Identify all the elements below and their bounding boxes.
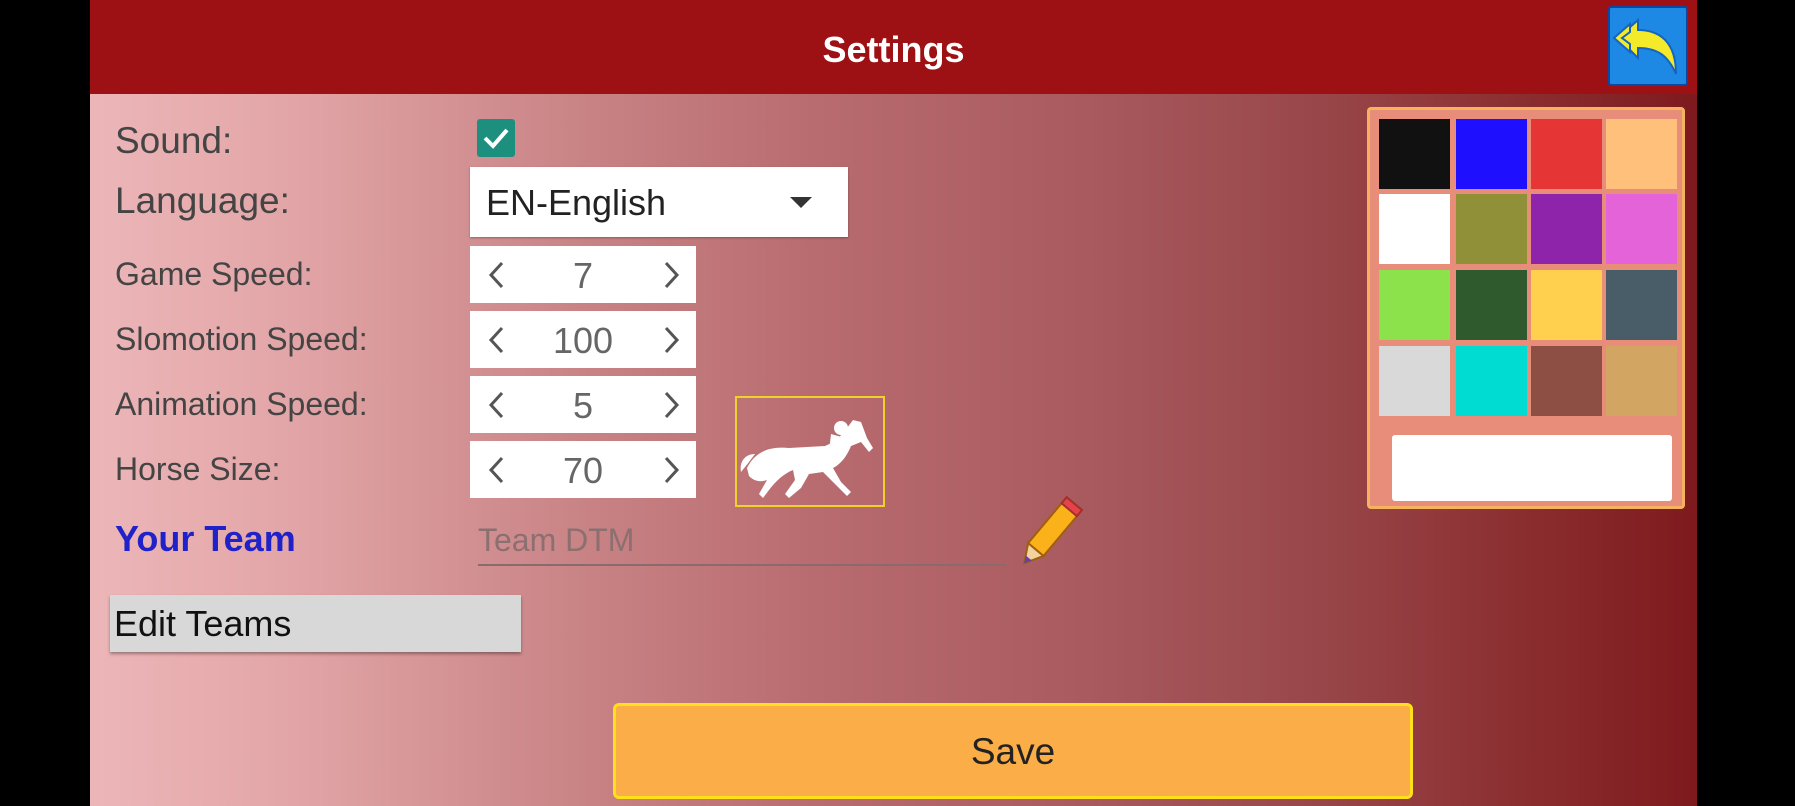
chevron-left-icon bbox=[488, 391, 504, 419]
horse-rider-icon bbox=[740, 420, 873, 498]
game-speed-increase-button[interactable] bbox=[644, 246, 696, 303]
sound-checkbox[interactable] bbox=[477, 119, 515, 157]
horse-size-label: Horse Size: bbox=[115, 451, 281, 487]
language-value: EN-English bbox=[486, 182, 667, 223]
color-swatch[interactable] bbox=[1379, 194, 1450, 264]
team-name-input[interactable]: Team DTM bbox=[478, 518, 1006, 566]
animation-speed-stepper: 5 bbox=[470, 376, 696, 433]
color-swatch[interactable] bbox=[1531, 270, 1602, 340]
chevron-left-icon bbox=[488, 326, 504, 354]
back-button[interactable] bbox=[1608, 6, 1688, 86]
color-swatch[interactable] bbox=[1456, 270, 1527, 340]
horse-size-value: 70 bbox=[562, 450, 604, 491]
slomotion-speed-decrease-button[interactable] bbox=[470, 311, 522, 368]
save-label: Save bbox=[970, 731, 1056, 772]
chevron-left-icon bbox=[488, 456, 504, 484]
color-swatch[interactable] bbox=[1606, 194, 1677, 264]
title-bar: Settings bbox=[90, 0, 1697, 94]
color-swatch[interactable] bbox=[1456, 119, 1527, 189]
checkmark-icon bbox=[483, 128, 509, 149]
game-speed-decrease-button[interactable] bbox=[470, 246, 522, 303]
color-swatch[interactable] bbox=[1379, 346, 1450, 416]
horse-size-preview bbox=[735, 396, 885, 507]
settings-screen: Settings Sound: Language: EN-English Gam… bbox=[90, 0, 1697, 806]
animation-speed-increase-button[interactable] bbox=[644, 376, 696, 433]
chevron-right-icon bbox=[664, 391, 680, 419]
slomotion-speed-increase-button[interactable] bbox=[644, 311, 696, 368]
chevron-left-icon bbox=[488, 261, 504, 289]
color-swatch[interactable] bbox=[1606, 119, 1677, 189]
color-swatch[interactable] bbox=[1531, 119, 1602, 189]
slomotion-speed-value: 100 bbox=[552, 320, 614, 361]
game-speed-label: Game Speed: bbox=[115, 256, 313, 292]
game-speed-value: 7 bbox=[572, 255, 594, 296]
your-team-label: Your Team bbox=[115, 518, 296, 559]
color-swatch[interactable] bbox=[1379, 119, 1450, 189]
language-label: Language: bbox=[115, 180, 290, 221]
animation-speed-value: 5 bbox=[572, 385, 594, 426]
pencil-icon[interactable] bbox=[1008, 490, 1088, 580]
chevron-right-icon bbox=[664, 326, 680, 354]
chevron-right-icon bbox=[664, 456, 680, 484]
slomotion-speed-label: Slomotion Speed: bbox=[115, 321, 368, 357]
color-swatch[interactable] bbox=[1606, 346, 1677, 416]
animation-speed-decrease-button[interactable] bbox=[470, 376, 522, 433]
chevron-down-icon bbox=[790, 197, 812, 208]
sound-label: Sound: bbox=[115, 120, 233, 161]
page-title: Settings bbox=[822, 29, 965, 70]
horse-size-decrease-button[interactable] bbox=[470, 441, 522, 498]
color-swatch[interactable] bbox=[1456, 346, 1527, 416]
horse-size-stepper: 70 bbox=[470, 441, 696, 498]
color-palette bbox=[1367, 107, 1685, 509]
horse-size-increase-button[interactable] bbox=[644, 441, 696, 498]
back-arrow-icon bbox=[1612, 17, 1677, 75]
edit-teams-button[interactable]: Edit Teams bbox=[110, 595, 521, 652]
chevron-right-icon bbox=[664, 261, 680, 289]
color-swatch[interactable] bbox=[1606, 270, 1677, 340]
edit-teams-label: Edit Teams bbox=[114, 603, 292, 644]
pencil-icon-graphic bbox=[1022, 495, 1084, 565]
animation-speed-label: Animation Speed: bbox=[115, 386, 368, 422]
team-name-value: Team DTM bbox=[478, 522, 635, 558]
color-swatch[interactable] bbox=[1531, 346, 1602, 416]
save-button[interactable]: Save bbox=[613, 703, 1413, 799]
game-speed-stepper: 7 bbox=[470, 246, 696, 303]
color-swatch[interactable] bbox=[1531, 194, 1602, 264]
color-swatch[interactable] bbox=[1456, 194, 1527, 264]
color-swatch[interactable] bbox=[1379, 270, 1450, 340]
language-dropdown[interactable]: EN-English bbox=[470, 167, 848, 237]
slomotion-speed-stepper: 100 bbox=[470, 311, 696, 368]
color-value-field[interactable] bbox=[1392, 435, 1672, 501]
